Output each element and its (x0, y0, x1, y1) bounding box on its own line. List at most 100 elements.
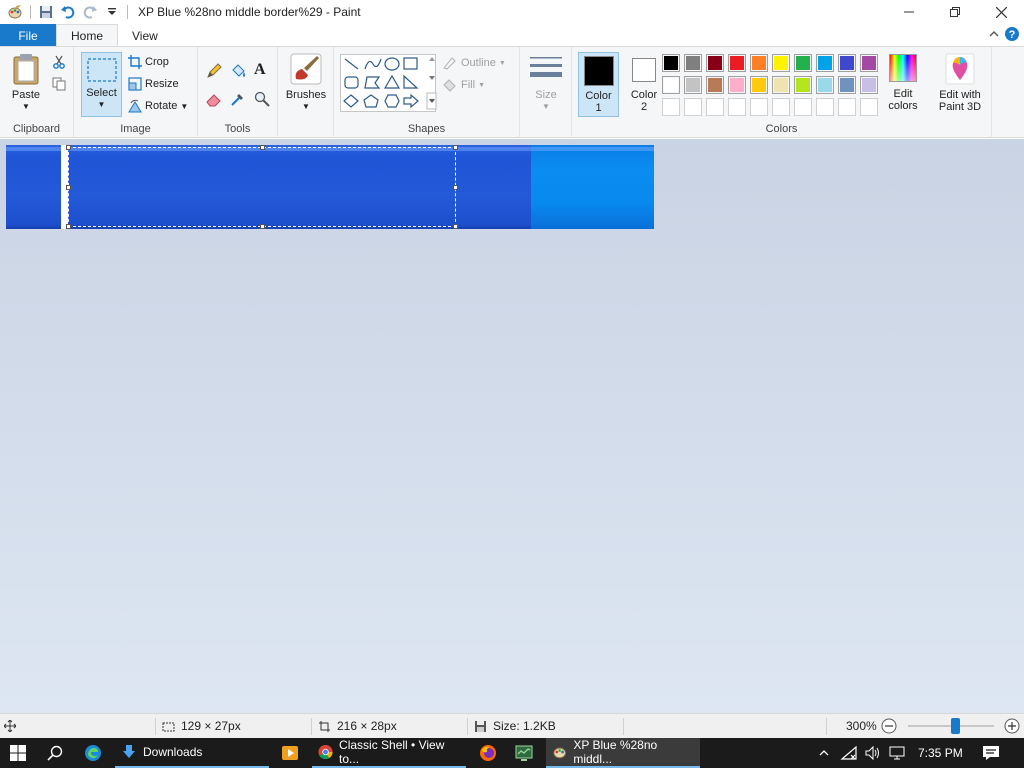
color-swatch[interactable] (816, 76, 834, 94)
selection-handle-right[interactable] (453, 185, 458, 190)
media-app-icon[interactable] (281, 738, 299, 768)
custom-color-slot[interactable] (860, 98, 878, 116)
edit-with-paint3d-button[interactable]: Edit with Paint 3D (934, 53, 986, 113)
edge-browser-icon[interactable] (84, 738, 102, 768)
crop-button[interactable]: Crop (128, 55, 169, 69)
rotate-button[interactable]: Rotate ▼ (128, 99, 188, 113)
tab-home[interactable]: Home (56, 24, 119, 47)
color-swatch[interactable] (706, 76, 724, 94)
color-swatch[interactable] (662, 76, 680, 94)
selection-handle-left[interactable] (66, 185, 71, 190)
start-button[interactable] (10, 738, 26, 768)
paste-button[interactable]: Paste ▼ (6, 53, 46, 113)
close-button[interactable] (978, 0, 1024, 24)
cut-icon[interactable] (52, 55, 66, 69)
edit-colors-button[interactable]: Edit colors (882, 54, 924, 112)
color-swatch[interactable] (684, 54, 702, 72)
custom-color-slot[interactable] (838, 98, 856, 116)
fill-bucket-icon[interactable] (230, 63, 246, 79)
custom-color-slot[interactable] (816, 98, 834, 116)
selection-handle-bottom[interactable] (260, 224, 265, 229)
color-swatch[interactable] (838, 76, 856, 94)
pencil-icon[interactable] (206, 63, 222, 79)
selection-handle-top-left[interactable] (66, 145, 71, 150)
color-swatch[interactable] (860, 76, 878, 94)
tab-view[interactable]: View (118, 24, 172, 47)
eraser-icon[interactable] (206, 91, 222, 107)
zoom-level-text: 300% (846, 719, 877, 733)
color-swatch[interactable] (794, 54, 812, 72)
brushes-button[interactable]: Brushes ▼ (284, 53, 328, 113)
copy-icon[interactable] (52, 77, 66, 91)
cursor-position-icon (4, 714, 16, 738)
drawing-canvas[interactable] (6, 145, 654, 229)
color-swatch[interactable] (794, 76, 812, 94)
custom-color-slot[interactable] (772, 98, 790, 116)
window-title: XP Blue %28no middle border%29 - Paint (138, 5, 361, 19)
color-swatch[interactable] (816, 54, 834, 72)
color-swatch[interactable] (772, 54, 790, 72)
color1-label-line1: Color (585, 90, 612, 102)
firefox-icon[interactable] (479, 738, 497, 768)
size-button[interactable]: Size ▼ (526, 55, 566, 113)
selection-handle-bottom-right[interactable] (453, 224, 458, 229)
select-button[interactable]: Select ▼ (81, 52, 122, 117)
shapes-gallery[interactable] (340, 54, 437, 112)
color1-button[interactable]: Color 1 (578, 52, 619, 117)
task-manager-icon[interactable] (515, 738, 533, 768)
color-swatch[interactable] (728, 76, 746, 94)
selection-rectangle[interactable] (66, 145, 458, 229)
fill-button[interactable]: Fill ▼ (442, 78, 485, 92)
paint-app-icon[interactable] (4, 1, 26, 23)
help-icon[interactable]: ? (1004, 26, 1020, 45)
color-swatch[interactable] (662, 54, 680, 72)
zoom-in-button[interactable] (1004, 714, 1020, 738)
color-swatch-fill (796, 56, 810, 70)
color-swatch[interactable] (838, 54, 856, 72)
color-swatch-fill (686, 56, 700, 70)
minimize-button[interactable] (886, 0, 932, 24)
redo-icon[interactable] (79, 1, 101, 23)
outline-button[interactable]: Outline ▼ (442, 56, 506, 70)
taskbar-downloads[interactable]: Downloads (115, 738, 269, 768)
color-swatch[interactable] (772, 76, 790, 94)
custom-color-slot[interactable] (706, 98, 724, 116)
collapse-ribbon-icon[interactable] (988, 28, 1000, 43)
color-swatch[interactable] (750, 76, 768, 94)
color-swatch[interactable] (860, 54, 878, 72)
selection-handle-top[interactable] (260, 145, 265, 150)
save-icon[interactable] (35, 1, 57, 23)
taskbar-chrome[interactable]: Classic Shell • View to... (312, 738, 466, 768)
show-hidden-icons-chevron-up-icon[interactable] (818, 738, 830, 768)
action-center-icon[interactable] (982, 738, 1000, 768)
network-disconnected-icon[interactable] (840, 738, 858, 768)
custom-color-slot[interactable] (728, 98, 746, 116)
custom-color-slot[interactable] (684, 98, 702, 116)
customize-quick-access-icon[interactable] (101, 1, 123, 23)
selection-handle-bottom-left[interactable] (66, 224, 71, 229)
text-tool-icon[interactable]: A (254, 61, 266, 79)
resize-button[interactable]: Resize (128, 77, 179, 91)
custom-color-slot[interactable] (662, 98, 680, 116)
tab-file[interactable]: File (0, 24, 56, 47)
color-swatch[interactable] (728, 54, 746, 72)
color-swatch[interactable] (750, 54, 768, 72)
selection-handle-top-right[interactable] (453, 145, 458, 150)
taskbar-paint[interactable]: XP Blue %28no middl... (546, 738, 700, 768)
restore-button[interactable] (932, 0, 978, 24)
color-picker-icon[interactable] (230, 91, 246, 107)
clock-time[interactable]: 7:35 PM (918, 738, 963, 768)
color-swatch[interactable] (684, 76, 702, 94)
custom-color-slot[interactable] (794, 98, 812, 116)
canvas-area[interactable] (0, 139, 1024, 713)
color2-button[interactable]: Color 2 (624, 52, 664, 117)
display-icon[interactable] (889, 738, 907, 768)
search-button[interactable] (47, 738, 63, 768)
custom-color-slot[interactable] (750, 98, 768, 116)
zoom-slider-thumb[interactable] (951, 718, 961, 734)
volume-icon[interactable] (865, 738, 881, 768)
color-swatch[interactable] (706, 54, 724, 72)
undo-icon[interactable] (57, 1, 79, 23)
zoom-out-button[interactable] (881, 714, 897, 738)
magnifier-icon[interactable] (254, 91, 270, 107)
